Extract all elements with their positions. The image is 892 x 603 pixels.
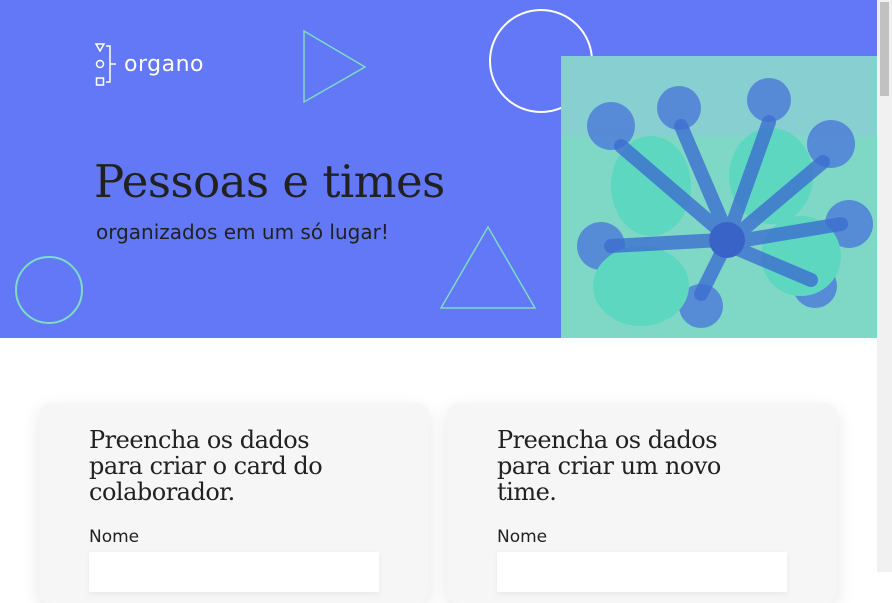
team-hands-image <box>561 56 877 338</box>
logo[interactable]: organo <box>94 42 204 88</box>
scrollbar[interactable] <box>877 0 892 572</box>
hero-title: Pessoas e times <box>94 155 445 208</box>
hero-subtitle: organizados em um só lugar! <box>96 220 389 244</box>
team-form-card: Preencha os dados para criar um novo tim… <box>447 403 837 603</box>
hero-banner: organo Pessoas e times organizados em um… <box>0 0 877 338</box>
name-label: Nome <box>497 527 548 547</box>
team-photo <box>561 56 877 338</box>
name-label: Nome <box>89 527 140 547</box>
triangle-outline-icon <box>303 29 367 104</box>
collaborator-form-heading: Preencha os dados para criar o card do c… <box>89 426 323 506</box>
circle-outline-icon <box>15 256 83 324</box>
collaborator-name-input[interactable] <box>89 552 379 592</box>
scrollbar-thumb[interactable] <box>880 2 889 96</box>
team-form-heading: Preencha os dados para criar um novo tim… <box>497 426 721 506</box>
logo-text: organo <box>124 51 204 77</box>
triangle-outline-icon <box>439 225 537 309</box>
organo-logo-icon <box>94 43 116 86</box>
collaborator-form-card: Preencha os dados para criar o card do c… <box>39 403 429 603</box>
team-name-input[interactable] <box>497 552 787 592</box>
